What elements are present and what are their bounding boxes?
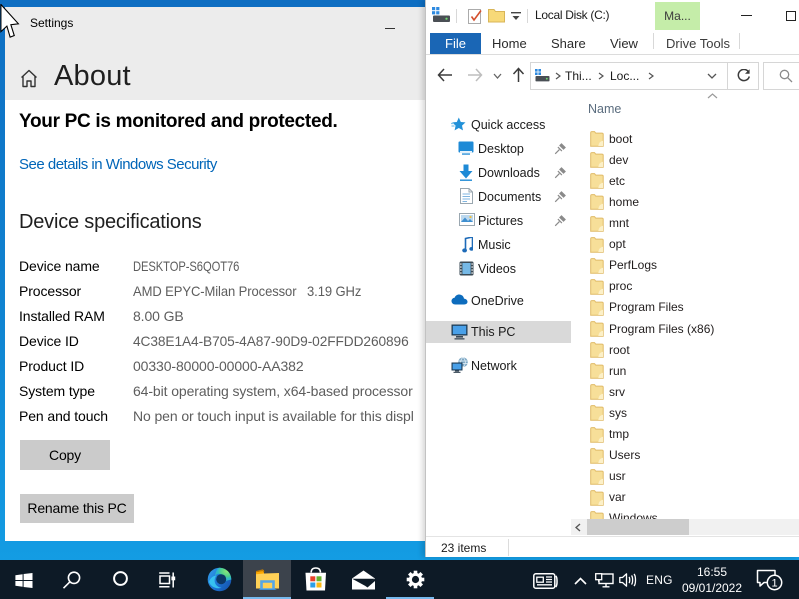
svg-text:1: 1 — [771, 578, 777, 590]
